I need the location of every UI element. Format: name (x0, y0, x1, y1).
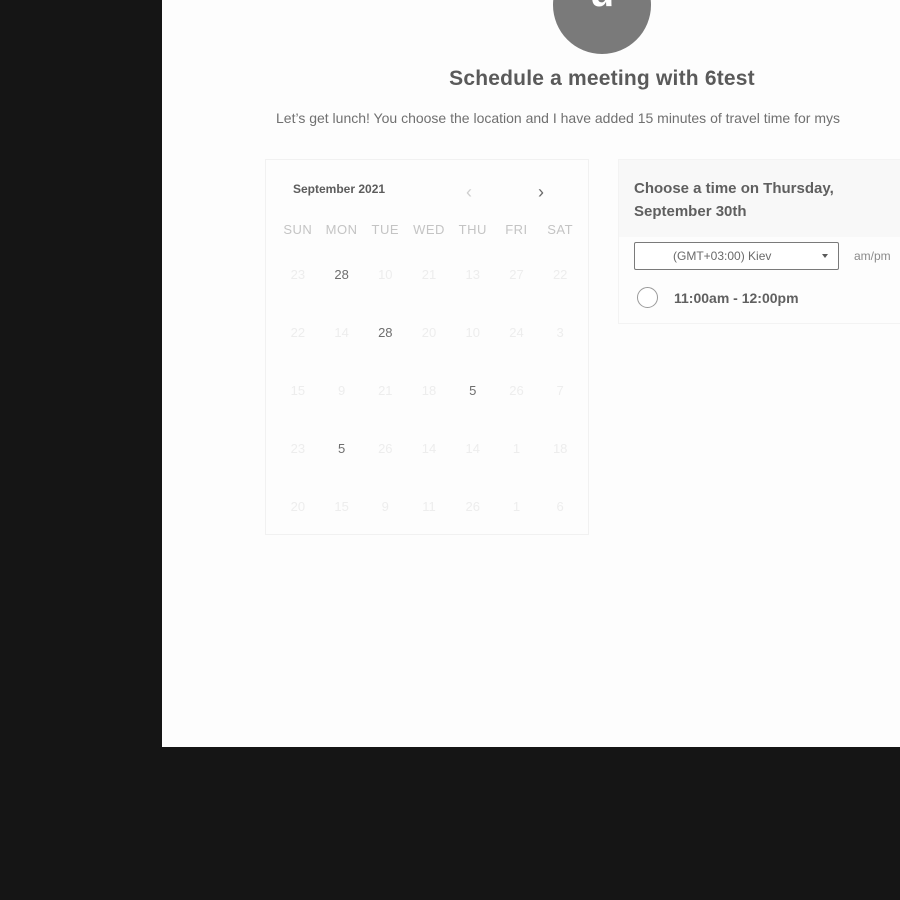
calendar-day-unavailable: 20 (290, 499, 306, 514)
calendar-day-unavailable: 15 (334, 499, 349, 514)
time-format-toggle[interactable]: am/pm (854, 249, 891, 263)
calendar-week-row: 20 15 9 11 26 1 6 (276, 489, 582, 547)
selected-date-heading: Choose a time on Thursday, September 30t… (634, 180, 834, 220)
date-picker-calendar: September 2021 ‹ › SUN MON TUE WED THU F… (265, 159, 589, 535)
calendar-day-unavailable: 14 (421, 441, 437, 456)
calendar-day-unavailable: 10 (378, 267, 393, 282)
chevron-right-icon[interactable]: › (538, 182, 544, 202)
calendar-day-unavailable: 14 (465, 441, 480, 456)
calendar-day-unavailable: 11 (422, 499, 436, 514)
calendar-day-unavailable: 1 (512, 499, 521, 514)
page-title: Schedule a meeting with 6test (449, 67, 755, 90)
calendar-week-row: 23 5 26 14 14 1 18 (276, 431, 582, 489)
weekday-label: SAT (547, 222, 574, 237)
calendar-day-unavailable: 18 (421, 383, 437, 398)
time-panel-header: Choose a time on Thursday, September 30t… (619, 160, 900, 237)
time-slot-label: 11:00am - 12:00pm (674, 290, 799, 306)
calendar-day-available[interactable]: 28 (363, 315, 407, 373)
calendar-month-label: September 2021 (293, 182, 386, 196)
calendar-day-unavailable: 26 (509, 383, 524, 398)
weekday-label: MON (325, 222, 358, 237)
timezone-value: (GMT+03:00) Kiev (673, 249, 772, 263)
calendar-day-unavailable: 22 (290, 325, 306, 340)
timezone-select[interactable]: (GMT+03:00) Kiev (634, 242, 839, 270)
weekday-label: WED (413, 222, 445, 237)
avatar: u (553, 0, 651, 54)
avatar-initial: u (590, 0, 614, 15)
calendar-day-unavailable: 6 (556, 499, 564, 514)
time-slot-option[interactable]: 11:00am - 12:00pm (637, 287, 897, 311)
calendar-day-available[interactable]: 5 (320, 431, 364, 489)
calendar-day-unavailable: 20 (421, 325, 437, 340)
weekday-label: TUE (371, 222, 400, 237)
time-slot-radio[interactable] (637, 287, 658, 308)
calendar-day-available[interactable]: 5 (451, 373, 495, 431)
calendar-day-unavailable: 22 (552, 267, 568, 282)
calendar-day-unavailable: 14 (334, 325, 349, 340)
weekday-label: SUN (283, 222, 313, 237)
caret-down-icon (822, 254, 828, 258)
calendar-day-unavailable: 1 (512, 441, 521, 456)
weekday-label: THU (458, 222, 487, 237)
calendar-week-row: 15 9 21 18 5 26 7 (276, 373, 582, 431)
calendar-day-available[interactable]: 28 (320, 257, 364, 315)
calendar-day-grid: 23 28 10 21 13 27 22 22 14 28 20 10 24 3 15 9 21 18 5 26 7 23… (276, 257, 582, 547)
calendar-day-unavailable: 13 (465, 267, 480, 282)
calendar-day-unavailable: 9 (337, 383, 346, 398)
weekday-label: FRI (505, 222, 528, 237)
meeting-description: Let’s get lunch! You choose the location… (276, 110, 840, 126)
calendar-day-unavailable: 26 (378, 441, 393, 456)
calendar-day-unavailable: 26 (465, 499, 480, 514)
time-slot-panel: Choose a time on Thursday, September 30t… (618, 159, 900, 324)
calendar-day-unavailable: 23 (290, 267, 306, 282)
calendar-day-unavailable: 23 (290, 441, 306, 456)
calendar-day-unavailable: 24 (509, 325, 524, 340)
calendar-day-unavailable: 27 (509, 267, 524, 282)
calendar-weekday-header: SUN MON TUE WED THU FRI SAT (276, 222, 582, 237)
calendar-day-unavailable: 9 (381, 499, 389, 514)
calendar-week-row: 22 14 28 20 10 24 3 (276, 315, 582, 373)
calendar-day-unavailable: 21 (378, 383, 393, 398)
calendar-week-row: 23 28 10 21 13 27 22 (276, 257, 582, 315)
chevron-left-icon[interactable]: ‹ (466, 182, 472, 202)
scheduling-page: u Schedule a meeting with 6test Let’s ge… (162, 0, 900, 747)
calendar-day-unavailable: 21 (421, 267, 437, 282)
calendar-day-unavailable: 10 (465, 325, 480, 340)
calendar-day-unavailable: 18 (552, 441, 568, 456)
calendar-day-unavailable: 15 (290, 383, 306, 398)
calendar-day-unavailable: 3 (556, 325, 564, 340)
calendar-day-unavailable: 7 (556, 383, 564, 398)
